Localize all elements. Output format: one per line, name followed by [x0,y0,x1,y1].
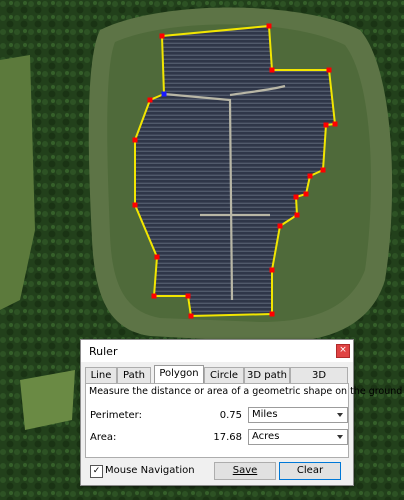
tab-polygon[interactable]: Polygon [154,365,204,384]
tab-3d-polygon[interactable]: 3D polygon [290,367,348,396]
polygon-vertex[interactable] [307,173,313,179]
tab-bar: Line Path Polygon Circle 3D path 3D poly… [85,365,349,396]
polygon-panel: Measure the distance or area of a geomet… [85,383,402,458]
mouse-navigation-label: Mouse Navigation [105,465,195,476]
polygon-vertex[interactable] [132,137,138,143]
polygon-vertex[interactable] [294,212,300,218]
mouse-navigation-checkbox[interactable]: ✓ [90,465,103,478]
chevron-down-icon [337,435,343,439]
area-label: Area: [90,432,117,443]
close-icon[interactable]: × [336,344,350,358]
polygon-vertex[interactable] [185,293,191,299]
tab-line[interactable]: Line [85,367,117,383]
tab-circle[interactable]: Circle [204,367,244,383]
save-button[interactable]: Save [214,462,276,480]
polygon-vertex[interactable] [303,191,309,197]
polygon-vertex[interactable] [320,167,326,173]
perimeter-unit: Miles [252,409,278,420]
perimeter-unit-select[interactable]: Miles [248,407,348,423]
polygon-vertex[interactable] [323,122,329,128]
clear-button-label: Clear [296,465,324,476]
polygon-vertex[interactable] [151,293,157,299]
area-value: 17.68 [213,432,242,443]
polygon-vertex[interactable] [277,223,283,229]
tab-3d-path[interactable]: 3D path [244,367,290,383]
ruler-dialog: Ruler × Line Path Polygon Circle 3D path… [80,339,402,486]
polygon-vertex[interactable] [159,33,165,39]
title-bar[interactable]: Ruler × [81,340,353,362]
dialog-title: Ruler [89,345,118,358]
field-bottom-left [20,370,75,430]
polygon-vertex[interactable] [326,67,332,73]
area-unit-select[interactable]: Acres [248,429,348,445]
description-text: Measure the distance or area of a geomet… [89,386,403,397]
polygon-vertex[interactable] [188,313,194,319]
polygon-vertex[interactable] [154,254,160,260]
polygon-vertex[interactable] [147,97,153,103]
chevron-down-icon [337,413,343,417]
perimeter-value: 0.75 [219,410,242,421]
polygon-vertex[interactable] [269,67,275,73]
polygon-vertex[interactable] [332,121,338,127]
area-unit: Acres [252,431,280,442]
perimeter-label: Perimeter: [90,410,142,421]
polygon-vertex[interactable] [132,202,138,208]
clear-button[interactable]: Clear [279,462,341,480]
polygon-vertex[interactable] [269,267,275,273]
polygon-vertex[interactable] [293,194,299,200]
save-button-label: Save [232,465,258,476]
tab-path[interactable]: Path [117,367,151,383]
polygon-vertex[interactable] [269,311,275,317]
polygon-vertex[interactable] [161,91,167,97]
polygon-vertex[interactable] [266,23,272,29]
